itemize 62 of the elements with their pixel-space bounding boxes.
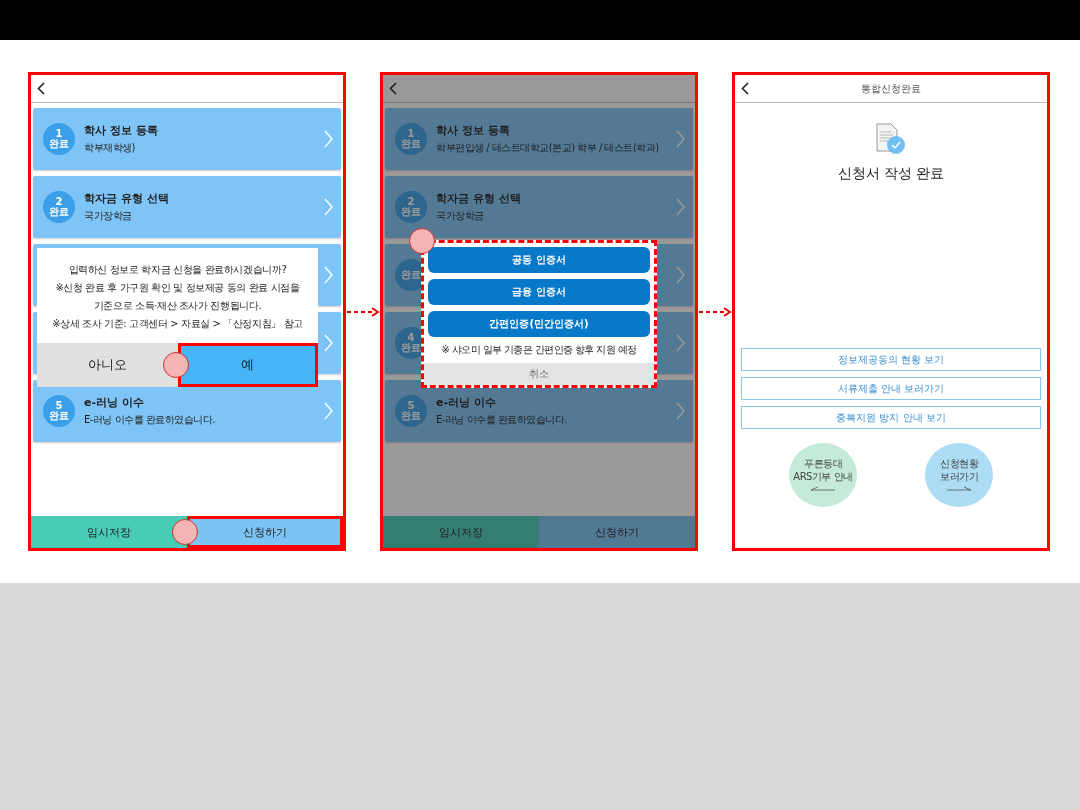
chevron-right-icon	[676, 334, 685, 352]
chevron-left-icon	[741, 82, 749, 95]
step-badge: 5 완료	[43, 395, 75, 427]
save-draft-button[interactable]: 임시저장	[383, 516, 539, 548]
step-card[interactable]: 1 완료 학사 정보 등록 학부편입생 / 테스트대학교(본교) 학부 / 테스트(학과)	[385, 108, 693, 170]
step-card[interactable]: 1 완료 학사 정보 등록 학부재학생)	[33, 108, 341, 170]
circle-button[interactable]: 신청현황 보러가기	[925, 443, 993, 507]
chevron-right-icon	[676, 130, 685, 148]
chevron-right-icon	[676, 198, 685, 216]
link-button[interactable]: 정보제공동의 현황 보기	[741, 348, 1041, 371]
yes-button[interactable]: 예	[177, 343, 318, 387]
chevron-left-icon	[37, 82, 45, 95]
chevron-left-icon	[389, 82, 397, 95]
step-subtitle: 국가장학금	[436, 209, 485, 223]
dialog-message: 기준으로 소득·재산 조사가 진행됩니다.	[93, 299, 262, 313]
cancel-button[interactable]: 취소	[424, 363, 654, 385]
certificate-option-button[interactable]: 금융 인증서	[428, 279, 650, 305]
step-subtitle: 국가장학금	[84, 209, 133, 223]
completion-heading: 신청서 작성 완료	[837, 165, 945, 183]
step-title: e-러닝 이수	[84, 395, 145, 410]
step-badge: 1 완료	[43, 123, 75, 155]
step-card[interactable]: 2 완료 학자금 유형 선택 국가장학금	[385, 176, 693, 238]
popup-note: ※ 샤오미 일부 기종은 간편인증 향후 지원 예정	[440, 343, 638, 357]
step-title: 학사 정보 등록	[436, 123, 511, 138]
dialog-message: ※신청 완료 후 가구원 확인 및 정보제공 동의 완료 시점을	[55, 281, 300, 295]
chevron-right-icon	[676, 402, 685, 420]
submit-button[interactable]: 신청하기	[187, 516, 343, 548]
step-title: 학자금 유형 선택	[436, 191, 522, 206]
submit-button[interactable]: 신청하기	[539, 516, 695, 548]
no-button[interactable]: 아니오	[37, 343, 178, 387]
save-draft-button[interactable]: 임시저장	[31, 516, 187, 548]
step-badge: 2 완료	[395, 191, 427, 223]
dashed-arrow	[698, 306, 732, 317]
step-title: 학사 정보 등록	[84, 123, 159, 138]
step-subtitle: 학부편입생 / 테스트대학교(본교) 학부 / 테스트(학과)	[436, 141, 660, 155]
document-check-icon	[875, 123, 907, 155]
step-badge: 1 완료	[395, 123, 427, 155]
step-title: e-러닝 이수	[436, 395, 497, 410]
dashed-arrow	[346, 306, 380, 317]
step-card[interactable]: 2 완료 학자금 유형 선택 국가장학금	[33, 176, 341, 238]
step-badge: 2 완료	[43, 191, 75, 223]
chevron-right-icon	[324, 198, 333, 216]
chevron-right-icon	[676, 266, 685, 284]
step-subtitle: 학부재학생)	[84, 141, 136, 155]
step-subtitle: E-러닝 이수를 완료하였습니다.	[436, 413, 568, 427]
certificate-option-button[interactable]: 간편인증(민간인증서)	[428, 311, 650, 337]
link-button[interactable]: 중복지원 방지 안내 보기	[741, 406, 1041, 429]
screen-title: 통합신청완료	[860, 81, 922, 96]
step-subtitle: E-러닝 이수를 완료하였습니다.	[84, 413, 216, 427]
chevron-right-icon	[324, 130, 333, 148]
certificate-option-button[interactable]: 공동 인증서	[428, 247, 650, 273]
chevron-right-icon	[324, 334, 333, 352]
step-card[interactable]: 5 완료 e-러닝 이수 E-러닝 이수를 완료하였습니다.	[385, 380, 693, 442]
arrow-left-icon	[810, 486, 836, 492]
step-badge: 5 완료	[395, 395, 427, 427]
circle-button[interactable]: 푸른등대 ARS기부 안내	[789, 443, 857, 507]
chevron-right-icon	[324, 402, 333, 420]
dialog-message: 입력하신 정보로 학자금 신청을 완료하시겠습니까?	[68, 263, 287, 277]
link-button[interactable]: 서류제출 안내 보러가기	[741, 377, 1041, 400]
step-title: 학자금 유형 선택	[84, 191, 170, 206]
dialog-message: ※상세 조사 기준: 고객센터 > 자료실 > 「산정지침」 참고	[52, 317, 303, 331]
chevron-right-icon	[324, 266, 333, 284]
